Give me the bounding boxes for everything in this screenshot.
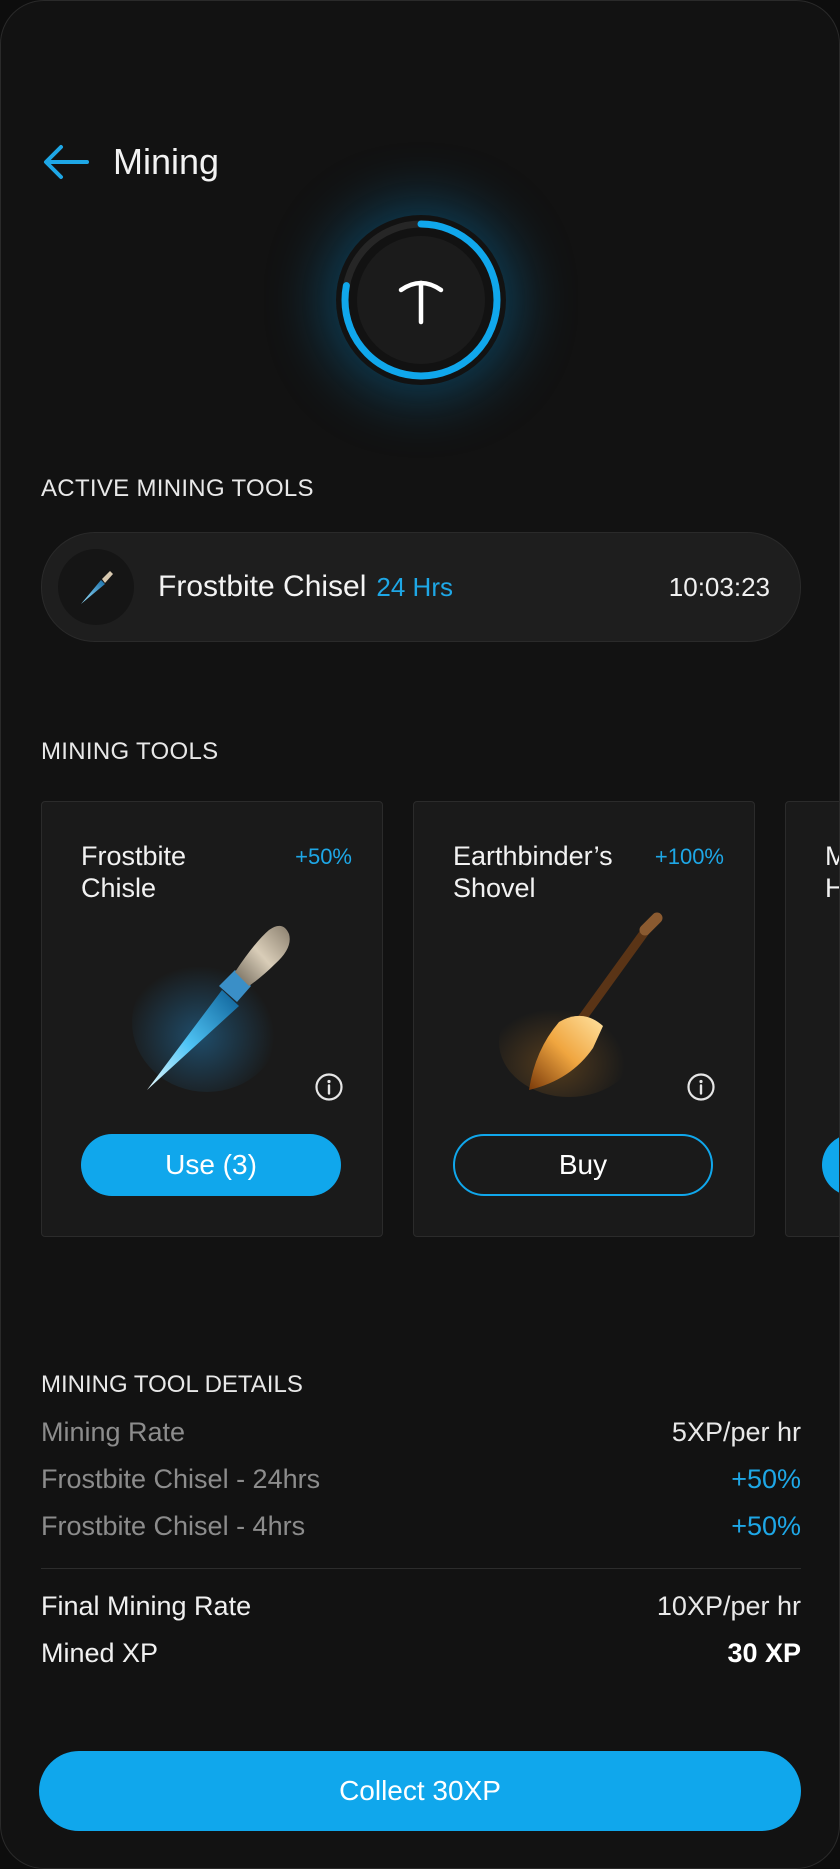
tool-card-earthbinder[interactable]: Earthbinder’s Shovel +100% Buy [413, 801, 755, 1237]
pickaxe-icon [391, 270, 451, 330]
tool-name: Frostbite Chisle [81, 841, 187, 903]
shovel-icon [499, 912, 669, 1102]
chisel-icon [127, 912, 297, 1102]
detail-row: Mining Rate 5XP/per hr [41, 1409, 801, 1456]
collect-button[interactable]: Collect 30XP [39, 1751, 801, 1831]
final-value: 30 XP [727, 1638, 801, 1668]
detail-row: Frostbite Chisel - 24hrs +50% [41, 1456, 801, 1503]
arrow-left-icon[interactable] [41, 142, 91, 182]
detail-label: Frostbite Chisel - 4hrs [41, 1511, 306, 1541]
buy-button[interactable]: Buy [453, 1134, 713, 1196]
tool-name: M H [825, 840, 839, 904]
active-tool-name: Frostbite Chisel [158, 570, 367, 603]
tool-card-partial[interactable]: M H [785, 801, 839, 1237]
active-tool-timer: 10:03:23 [668, 571, 770, 602]
active-tools-title: ACTIVE MINING TOOLS [41, 475, 314, 502]
chisel-icon [58, 549, 134, 625]
detail-label: Frostbite Chisel - 24hrs [41, 1464, 321, 1494]
active-tool-duration: 24 Hrs [376, 571, 453, 602]
final-row: Final Mining Rate 10XP/per hr [41, 1583, 801, 1630]
detail-row: Frostbite Chisel - 4hrs +50% [41, 1503, 801, 1550]
tool-card-frostbite[interactable]: Frostbite Chisle +50% Use (3) [41, 801, 383, 1237]
mining-screen: Mining ACTIVE MINING TOOLS Frostbite Chi… [0, 0, 840, 1869]
page-title: Mining [113, 141, 220, 182]
detail-value: +50% [731, 1511, 801, 1541]
tools-carousel[interactable]: Frostbite Chisle +50% Use (3) Earthbinde… [41, 801, 839, 1237]
info-icon[interactable] [686, 1072, 716, 1102]
detail-label: Mining Rate [41, 1417, 186, 1447]
details-title: MINING TOOL DETAILS [41, 1371, 303, 1398]
use-button[interactable]: Use (3) [81, 1134, 341, 1196]
final-label: Mined XP [41, 1638, 159, 1668]
mining-tools-title: MINING TOOLS [41, 738, 219, 765]
final-value: 10XP/per hr [656, 1591, 801, 1621]
divider [41, 1568, 801, 1569]
info-icon[interactable] [314, 1072, 344, 1102]
tool-bonus: +50% [295, 844, 352, 869]
final-row: Mined XP 30 XP [41, 1630, 801, 1677]
use-button[interactable] [822, 1134, 839, 1196]
header: Mining [41, 137, 219, 187]
detail-value: +50% [731, 1464, 801, 1494]
active-tool-card[interactable]: Frostbite Chisel 24 Hrs 10:03:23 [41, 532, 801, 642]
mining-progress-ring [336, 215, 506, 385]
tool-bonus: +100% [654, 844, 724, 869]
tool-details: MINING TOOL DETAILS Mining Rate 5XP/per … [41, 1371, 801, 1677]
detail-value: 5XP/per hr [671, 1417, 801, 1447]
tool-name: Earthbinder’s Shovel [453, 841, 613, 903]
final-label: Final Mining Rate [41, 1591, 252, 1621]
